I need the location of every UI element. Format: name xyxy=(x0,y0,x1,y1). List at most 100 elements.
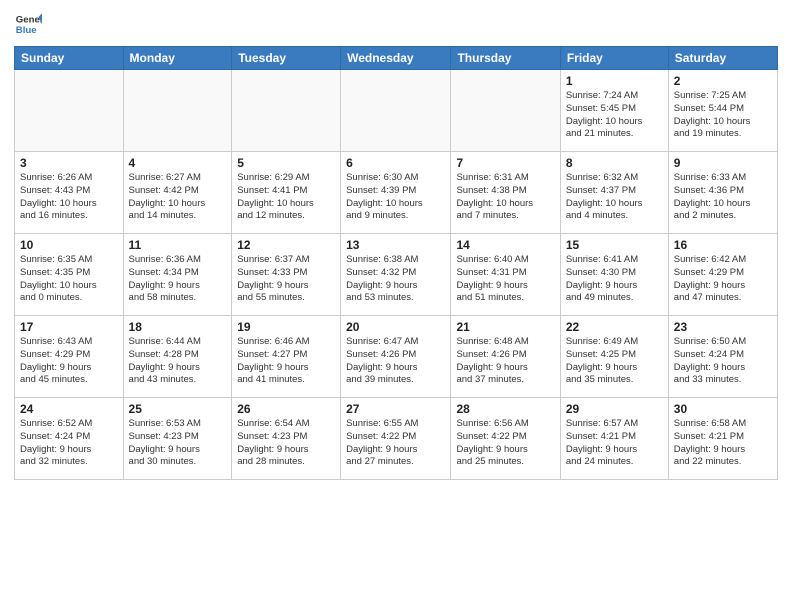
day-number: 11 xyxy=(129,238,227,252)
day-info: Sunrise: 6:40 AM Sunset: 4:31 PM Dayligh… xyxy=(456,254,554,305)
day-number: 6 xyxy=(346,156,445,170)
logo-icon: General Blue xyxy=(14,10,42,38)
calendar-cell: 29 Sunrise: 6:57 AM Sunset: 4:21 PM Dayli… xyxy=(560,398,668,480)
calendar-cell: 6 Sunrise: 6:30 AM Sunset: 4:39 PM Daylig… xyxy=(341,152,451,234)
svg-text:Blue: Blue xyxy=(16,25,37,36)
day-number: 18 xyxy=(129,320,227,334)
day-number: 28 xyxy=(456,402,554,416)
calendar-cell: 22 Sunrise: 6:49 AM Sunset: 4:25 PM Dayli… xyxy=(560,316,668,398)
day-info: Sunrise: 6:33 AM Sunset: 4:36 PM Dayligh… xyxy=(674,172,772,223)
day-info: Sunrise: 7:24 AM Sunset: 5:45 PM Dayligh… xyxy=(566,90,663,141)
day-info: Sunrise: 6:30 AM Sunset: 4:39 PM Dayligh… xyxy=(346,172,445,223)
svg-text:General: General xyxy=(16,14,42,25)
weekday-header-wednesday: Wednesday xyxy=(341,47,451,70)
calendar-cell: 12 Sunrise: 6:37 AM Sunset: 4:33 PM Dayli… xyxy=(232,234,341,316)
day-info: Sunrise: 6:43 AM Sunset: 4:29 PM Dayligh… xyxy=(20,336,118,387)
day-number: 29 xyxy=(566,402,663,416)
day-info: Sunrise: 6:32 AM Sunset: 4:37 PM Dayligh… xyxy=(566,172,663,223)
day-info: Sunrise: 6:27 AM Sunset: 4:42 PM Dayligh… xyxy=(129,172,227,223)
week-row-5: 24Sunrise: 6:52 AM Sunset: 4:24 PM Dayli… xyxy=(15,398,778,480)
header: General Blue xyxy=(14,10,778,38)
weekday-header-monday: Monday xyxy=(123,47,232,70)
day-info: Sunrise: 6:55 AM Sunset: 4:22 PM Dayligh… xyxy=(346,418,445,469)
day-info: Sunrise: 6:52 AM Sunset: 4:24 PM Dayligh… xyxy=(20,418,118,469)
day-info: Sunrise: 6:29 AM Sunset: 4:41 PM Dayligh… xyxy=(237,172,335,223)
day-info: Sunrise: 6:37 AM Sunset: 4:33 PM Dayligh… xyxy=(237,254,335,305)
weekday-header-row: SundayMondayTuesdayWednesdayThursdayFrid… xyxy=(15,47,778,70)
weekday-header-friday: Friday xyxy=(560,47,668,70)
day-number: 19 xyxy=(237,320,335,334)
day-number: 12 xyxy=(237,238,335,252)
day-number: 13 xyxy=(346,238,445,252)
calendar-cell: 26 Sunrise: 6:54 AM Sunset: 4:23 PM Dayli… xyxy=(232,398,341,480)
week-row-3: 10Sunrise: 6:35 AM Sunset: 4:35 PM Dayli… xyxy=(15,234,778,316)
calendar-cell: 8 Sunrise: 6:32 AM Sunset: 4:37 PM Daylig… xyxy=(560,152,668,234)
day-number: 1 xyxy=(566,74,663,88)
day-number: 2 xyxy=(674,74,772,88)
day-info: Sunrise: 6:26 AM Sunset: 4:43 PM Dayligh… xyxy=(20,172,118,223)
day-info: Sunrise: 6:48 AM Sunset: 4:26 PM Dayligh… xyxy=(456,336,554,387)
calendar-cell: 10Sunrise: 6:35 AM Sunset: 4:35 PM Dayli… xyxy=(15,234,124,316)
calendar-cell xyxy=(232,70,341,152)
day-number: 23 xyxy=(674,320,772,334)
day-number: 26 xyxy=(237,402,335,416)
calendar-cell: 13Sunrise: 6:38 AM Sunset: 4:32 PM Dayli… xyxy=(341,234,451,316)
day-number: 21 xyxy=(456,320,554,334)
calendar-cell: 16 Sunrise: 6:42 AM Sunset: 4:29 PM Dayli… xyxy=(668,234,777,316)
day-info: Sunrise: 6:44 AM Sunset: 4:28 PM Dayligh… xyxy=(129,336,227,387)
day-info: Sunrise: 6:49 AM Sunset: 4:25 PM Dayligh… xyxy=(566,336,663,387)
calendar: SundayMondayTuesdayWednesdayThursdayFrid… xyxy=(14,46,778,480)
day-number: 4 xyxy=(129,156,227,170)
day-number: 8 xyxy=(566,156,663,170)
day-info: Sunrise: 7:25 AM Sunset: 5:44 PM Dayligh… xyxy=(674,90,772,141)
day-info: Sunrise: 6:57 AM Sunset: 4:21 PM Dayligh… xyxy=(566,418,663,469)
calendar-cell: 15 Sunrise: 6:41 AM Sunset: 4:30 PM Dayli… xyxy=(560,234,668,316)
day-number: 15 xyxy=(566,238,663,252)
day-info: Sunrise: 6:42 AM Sunset: 4:29 PM Dayligh… xyxy=(674,254,772,305)
calendar-cell: 3 Sunrise: 6:26 AM Sunset: 4:43 PM Daylig… xyxy=(15,152,124,234)
day-number: 20 xyxy=(346,320,445,334)
calendar-cell: 24Sunrise: 6:52 AM Sunset: 4:24 PM Dayli… xyxy=(15,398,124,480)
calendar-cell: 20 Sunrise: 6:47 AM Sunset: 4:26 PM Dayli… xyxy=(341,316,451,398)
day-number: 25 xyxy=(129,402,227,416)
calendar-cell: 27 Sunrise: 6:55 AM Sunset: 4:22 PM Dayli… xyxy=(341,398,451,480)
day-number: 7 xyxy=(456,156,554,170)
day-number: 3 xyxy=(20,156,118,170)
calendar-cell: 23Sunrise: 6:50 AM Sunset: 4:24 PM Dayli… xyxy=(668,316,777,398)
week-row-1: 1 Sunrise: 7:24 AM Sunset: 5:45 PM Daylig… xyxy=(15,70,778,152)
weekday-header-saturday: Saturday xyxy=(668,47,777,70)
day-info: Sunrise: 6:56 AM Sunset: 4:22 PM Dayligh… xyxy=(456,418,554,469)
day-number: 16 xyxy=(674,238,772,252)
day-info: Sunrise: 6:47 AM Sunset: 4:26 PM Dayligh… xyxy=(346,336,445,387)
day-info: Sunrise: 6:36 AM Sunset: 4:34 PM Dayligh… xyxy=(129,254,227,305)
calendar-cell: 25Sunrise: 6:53 AM Sunset: 4:23 PM Dayli… xyxy=(123,398,232,480)
calendar-cell xyxy=(123,70,232,152)
calendar-cell: 30 Sunrise: 6:58 AM Sunset: 4:21 PM Dayli… xyxy=(668,398,777,480)
calendar-cell: 17 Sunrise: 6:43 AM Sunset: 4:29 PM Dayli… xyxy=(15,316,124,398)
calendar-cell: 28 Sunrise: 6:56 AM Sunset: 4:22 PM Dayli… xyxy=(451,398,560,480)
calendar-cell: 4 Sunrise: 6:27 AM Sunset: 4:42 PM Daylig… xyxy=(123,152,232,234)
calendar-cell: 21 Sunrise: 6:48 AM Sunset: 4:26 PM Dayli… xyxy=(451,316,560,398)
day-info: Sunrise: 6:46 AM Sunset: 4:27 PM Dayligh… xyxy=(237,336,335,387)
day-info: Sunrise: 6:58 AM Sunset: 4:21 PM Dayligh… xyxy=(674,418,772,469)
day-number: 14 xyxy=(456,238,554,252)
calendar-cell xyxy=(451,70,560,152)
day-number: 27 xyxy=(346,402,445,416)
day-info: Sunrise: 6:54 AM Sunset: 4:23 PM Dayligh… xyxy=(237,418,335,469)
calendar-cell: 7Sunrise: 6:31 AM Sunset: 4:38 PM Daylig… xyxy=(451,152,560,234)
calendar-cell: 9Sunrise: 6:33 AM Sunset: 4:36 PM Daylig… xyxy=(668,152,777,234)
calendar-cell: 14 Sunrise: 6:40 AM Sunset: 4:31 PM Dayli… xyxy=(451,234,560,316)
calendar-cell: 18 Sunrise: 6:44 AM Sunset: 4:28 PM Dayli… xyxy=(123,316,232,398)
calendar-cell xyxy=(15,70,124,152)
day-number: 17 xyxy=(20,320,118,334)
week-row-4: 17 Sunrise: 6:43 AM Sunset: 4:29 PM Dayli… xyxy=(15,316,778,398)
week-row-2: 3 Sunrise: 6:26 AM Sunset: 4:43 PM Daylig… xyxy=(15,152,778,234)
day-number: 10 xyxy=(20,238,118,252)
day-number: 22 xyxy=(566,320,663,334)
day-info: Sunrise: 6:41 AM Sunset: 4:30 PM Dayligh… xyxy=(566,254,663,305)
weekday-header-sunday: Sunday xyxy=(15,47,124,70)
day-number: 5 xyxy=(237,156,335,170)
day-number: 30 xyxy=(674,402,772,416)
calendar-cell: 1 Sunrise: 7:24 AM Sunset: 5:45 PM Daylig… xyxy=(560,70,668,152)
calendar-cell: 2 Sunrise: 7:25 AM Sunset: 5:44 PM Daylig… xyxy=(668,70,777,152)
